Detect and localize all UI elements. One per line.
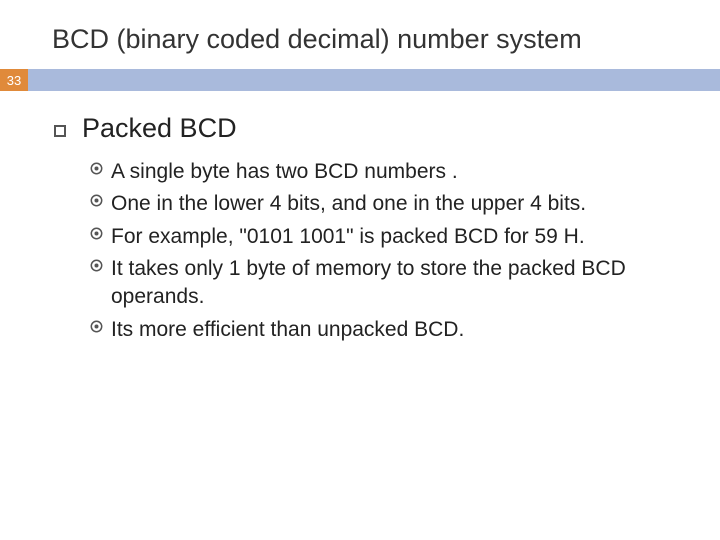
target-bullet-icon xyxy=(90,162,103,175)
list-item: One in the lower 4 bits, and one in the … xyxy=(90,190,684,218)
page-number-box: 33 xyxy=(0,69,28,91)
target-bullet-icon xyxy=(90,194,103,207)
slide-title: BCD (binary coded decimal) number system xyxy=(0,0,720,69)
bullet-text: For example, "0101 1001" is packed BCD f… xyxy=(111,223,585,251)
bullet-text: A single byte has two BCD numbers . xyxy=(111,158,458,186)
heading-text: Packed BCD xyxy=(82,113,237,144)
page-number: 33 xyxy=(7,73,21,88)
bullet-text: It takes only 1 byte of memory to store … xyxy=(111,255,684,312)
accent-bar: 33 xyxy=(0,69,720,91)
list-item: A single byte has two BCD numbers . xyxy=(90,158,684,186)
bullet-text: Its more efficient than unpacked BCD. xyxy=(111,316,464,344)
list-item: It takes only 1 byte of memory to store … xyxy=(90,255,684,312)
target-bullet-icon xyxy=(90,320,103,333)
list-item: Its more efficient than unpacked BCD. xyxy=(90,316,684,344)
bullet-text: One in the lower 4 bits, and one in the … xyxy=(111,190,586,218)
content-area: Packed BCD A single byte has two BCD num… xyxy=(0,91,720,344)
target-bullet-icon xyxy=(90,227,103,240)
list-item: For example, "0101 1001" is packed BCD f… xyxy=(90,223,684,251)
bullet-list: A single byte has two BCD numbers . One … xyxy=(54,158,684,344)
heading-row: Packed BCD xyxy=(54,113,684,144)
target-bullet-icon xyxy=(90,259,103,272)
slide: BCD (binary coded decimal) number system… xyxy=(0,0,720,540)
square-bullet-icon xyxy=(54,125,66,137)
